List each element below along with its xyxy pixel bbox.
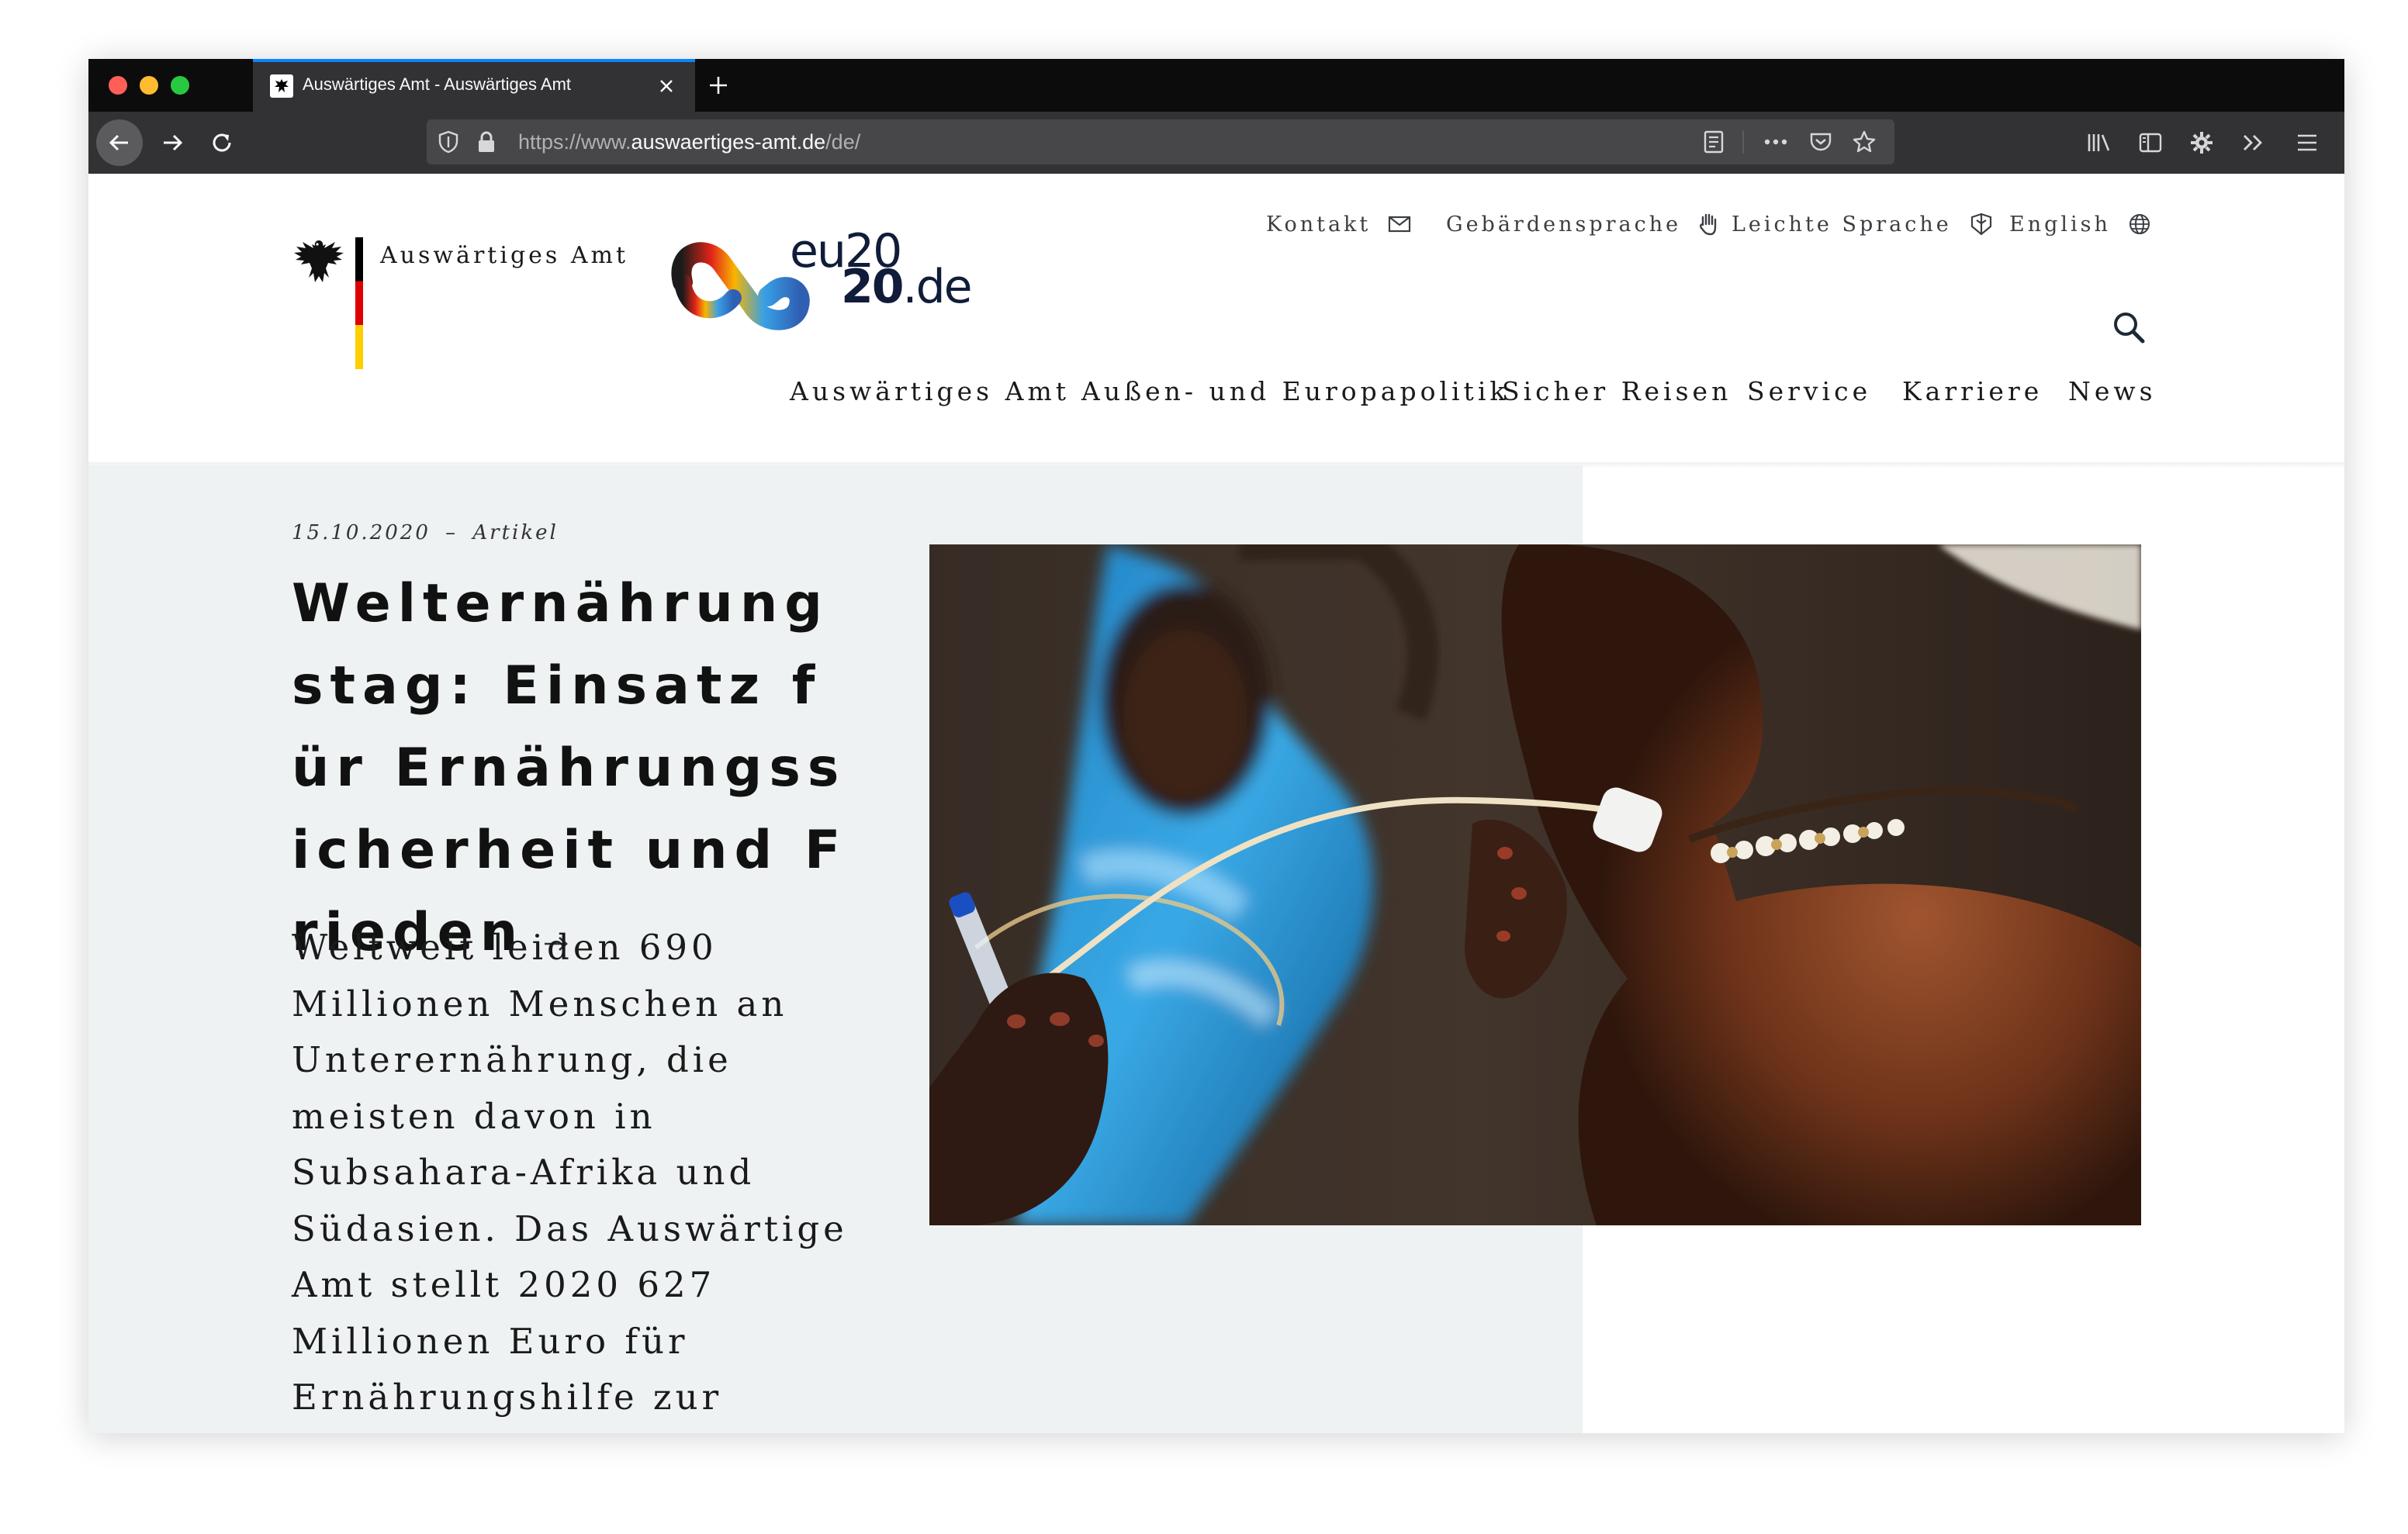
close-window-button[interactable] bbox=[109, 76, 127, 95]
main-nav-news[interactable]: News bbox=[2068, 372, 2157, 411]
browser-window: Auswärtiges Amt - Auswärtiges Amt https:… bbox=[88, 59, 2344, 1433]
envelope-icon bbox=[1388, 216, 1411, 233]
navigation-toolbar: https://www.auswaertiges-amt.de/de/ bbox=[88, 112, 2344, 174]
library-icon[interactable] bbox=[2082, 126, 2116, 160]
page-actions-menu-icon[interactable] bbox=[1763, 129, 1789, 155]
service-link-english[interactable]: English bbox=[2009, 205, 2151, 244]
reload-button[interactable] bbox=[199, 119, 245, 166]
main-nav-auswaertiges-amt[interactable]: Auswärtiges Amt bbox=[790, 372, 1070, 411]
hand-icon bbox=[1698, 212, 1718, 236]
overflow-chevron-icon[interactable] bbox=[2236, 126, 2270, 160]
easy-language-icon bbox=[1969, 212, 1994, 236]
extension-gear-icon[interactable] bbox=[2185, 126, 2219, 160]
main-nav-aussen-europapolitik[interactable]: Außen- und Europapolitik bbox=[1081, 372, 1509, 411]
new-tab-button[interactable] bbox=[695, 65, 742, 105]
service-link-kontakt[interactable]: Kontakt bbox=[1266, 205, 1411, 244]
hamburger-menu-icon[interactable] bbox=[2290, 126, 2324, 160]
minimize-window-button[interactable] bbox=[140, 76, 158, 95]
service-link-gebaerdensprache[interactable]: Gebärdensprache bbox=[1446, 205, 1718, 244]
tab-title: Auswärtiges Amt - Auswärtiges Amt bbox=[303, 74, 572, 94]
eu2020-logo-line2: 20.de bbox=[841, 260, 973, 314]
maximize-window-button[interactable] bbox=[171, 76, 189, 95]
web-page: Auswärtiges Amt eu20 20.de Kontakt Gebär… bbox=[88, 174, 2344, 1433]
sidebar-toggle-icon[interactable] bbox=[2133, 126, 2168, 160]
reader-view-icon[interactable] bbox=[1700, 129, 1727, 155]
url-bar-divider bbox=[1742, 130, 1744, 154]
lock-icon[interactable] bbox=[476, 130, 496, 157]
browser-tab-active[interactable]: Auswärtiges Amt - Auswärtiges Amt bbox=[253, 59, 695, 112]
address-bar[interactable]: https://www.auswaertiges-amt.de/de/ bbox=[427, 119, 1894, 164]
globe-icon bbox=[2128, 212, 2151, 236]
article-lead-text: Weltweit leiden 690 Millionen Menschen a… bbox=[292, 927, 848, 1418]
main-nav-service[interactable]: Service bbox=[1747, 372, 1871, 411]
tracking-protection-shield-icon[interactable] bbox=[438, 130, 459, 157]
forward-button[interactable] bbox=[149, 119, 195, 166]
german-flag-bar bbox=[355, 237, 363, 369]
federal-eagle-icon[interactable] bbox=[292, 237, 346, 290]
article-photo[interactable] bbox=[929, 544, 2141, 1225]
article-headline-link[interactable]: Welternährungstag: Einsatz für Ernährung… bbox=[292, 563, 866, 976]
url-text[interactable]: https://www.auswaertiges-amt.de/de/ bbox=[518, 130, 860, 154]
close-tab-icon[interactable] bbox=[653, 73, 680, 99]
article-meta: 15.10.2020 – Artikel bbox=[292, 521, 559, 544]
ministry-name[interactable]: Auswärtiges Amt bbox=[380, 242, 628, 269]
search-icon[interactable] bbox=[2105, 304, 2152, 351]
article-date: 15.10.2020 bbox=[292, 521, 431, 544]
main-nav-sicher-reisen[interactable]: Sicher Reisen bbox=[1502, 372, 1732, 411]
bookmark-star-icon[interactable] bbox=[1851, 129, 1877, 155]
pocket-icon[interactable] bbox=[1808, 129, 1834, 155]
service-link-leichte-sprache[interactable]: Leichte Sprache bbox=[1732, 205, 1994, 244]
eagle-favicon-icon bbox=[270, 74, 293, 98]
back-button[interactable] bbox=[96, 119, 143, 166]
main-nav-karriere[interactable]: Karriere bbox=[1902, 372, 2043, 411]
article-category: Artikel bbox=[472, 521, 559, 544]
tab-bar: Auswärtiges Amt - Auswärtiges Amt bbox=[88, 59, 2344, 112]
